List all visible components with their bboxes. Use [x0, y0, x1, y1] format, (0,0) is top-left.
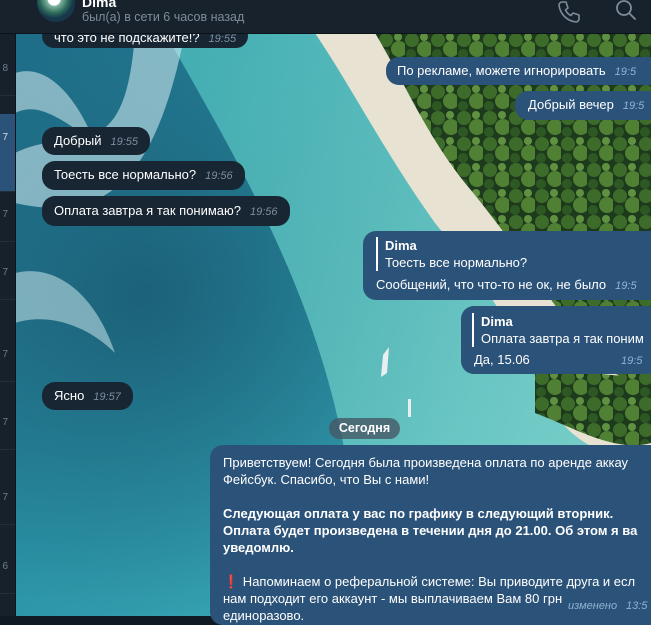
incoming-message[interactable]: Ясно 19:57 — [42, 382, 133, 410]
message-text: Сообщений, что что-то не ок, не было — [376, 277, 607, 292]
outgoing-message[interactable]: По рекламе, можете игнорировать 19:5 — [386, 57, 651, 85]
message-text: Да, 15.06 — [474, 352, 530, 367]
phone-icon[interactable] — [557, 0, 581, 24]
last-seen-status: был(а) в сети 6 часов назад — [82, 10, 245, 24]
message-line: Фейсбук. Спасибо, что Вы с нами! — [223, 472, 430, 487]
message-line-bold: уведомлю. — [223, 540, 294, 555]
message-time: 19:5 — [615, 280, 637, 292]
message-text: Добрый — [54, 133, 102, 148]
outgoing-reply-message[interactable]: Dima Оплата завтра я так поним Да, 15.06… — [461, 306, 651, 374]
chat-list-item[interactable]: 7 — [0, 191, 15, 242]
outgoing-message-long[interactable]: Приветствуем! Сегодня была произведена о… — [210, 445, 651, 625]
message-time: 19:55 — [208, 33, 237, 45]
message-line: Напоминаем о реферальной системе: Вы при… — [239, 574, 636, 589]
search-icon[interactable] — [614, 0, 638, 24]
message-time: 19:56 — [250, 206, 278, 218]
outgoing-reply-message[interactable]: Dima Тоесть все нормально? Сообщений, чт… — [363, 231, 651, 300]
unread-count: 7 — [2, 209, 8, 220]
message-line: Приветствуем! Сегодня была произведена о… — [223, 455, 629, 470]
message-time: 19:5 — [614, 66, 637, 78]
message-line-bold: Оплата будет произведена в течении дня д… — [223, 523, 638, 538]
message-time: 19:57 — [93, 391, 121, 403]
message-text: По рекламе, можете игнорировать — [397, 63, 606, 78]
unread-count: 7 — [2, 349, 8, 360]
reply-text: Оплата завтра я так поним — [481, 331, 644, 346]
reply-author: Dima — [385, 238, 417, 253]
quoted-reply[interactable]: Dima Оплата завтра я так поним — [472, 313, 644, 347]
unread-count: 7 — [2, 132, 8, 143]
message-text: Тоесть все нормально? — [54, 167, 197, 182]
chat-list-item[interactable]: 7 — [0, 249, 15, 300]
incoming-message[interactable]: Тоесть все нормально? 19:56 — [42, 161, 245, 190]
edited-label: изменено — [568, 600, 618, 612]
chat-list-item-active[interactable]: 7 — [0, 114, 15, 192]
unread-count: 7 — [2, 417, 8, 428]
date-divider: Сегодня — [329, 418, 400, 439]
message-time: 13:5 — [626, 600, 648, 612]
unread-count: 6 — [2, 561, 8, 572]
message-time: 19:55 — [110, 136, 138, 148]
incoming-message[interactable]: Добрый 19:55 — [42, 127, 150, 155]
avatar[interactable] — [37, 0, 75, 22]
chat-list-item[interactable]: 7 — [0, 399, 15, 450]
quoted-reply[interactable]: Dima Тоесть все нормально? — [376, 237, 527, 271]
unread-count: 8 — [2, 63, 8, 74]
message-text: Добрый вечер — [528, 97, 614, 112]
chat-list-item[interactable]: 7 — [0, 331, 15, 382]
reply-author: Dima — [481, 314, 513, 329]
message-text: Ясно — [54, 388, 85, 403]
message-time: 19:5 — [622, 100, 645, 112]
exclamation-icon: ❗ — [223, 574, 240, 589]
chat-list-sidebar: 8 7 7 7 7 7 7 6 — [0, 33, 16, 616]
message-time: 19:56 — [205, 170, 233, 182]
unread-count: 7 — [2, 492, 8, 503]
outgoing-message[interactable]: Добрый вечер 19:5 — [515, 91, 651, 120]
chat-header: Dima был(а) в сети 6 часов назад — [0, 0, 651, 34]
incoming-message[interactable]: Оплата завтра я так понимаю? 19:56 — [42, 196, 290, 226]
reply-text: Тоесть все нормально? — [385, 255, 528, 270]
chat-title[interactable]: Dima — [82, 0, 116, 10]
chat-list-item[interactable]: 8 — [0, 45, 15, 96]
chat-list-item[interactable]: 7 — [0, 474, 15, 525]
unread-count: 7 — [2, 267, 8, 278]
chat-list-item[interactable]: 6 — [0, 543, 15, 594]
message-time: 19:5 — [621, 355, 643, 367]
message-text: Оплата завтра я так понимаю? — [54, 203, 242, 218]
message-line-bold: Следующая оплата у вас по графику в след… — [223, 506, 614, 521]
